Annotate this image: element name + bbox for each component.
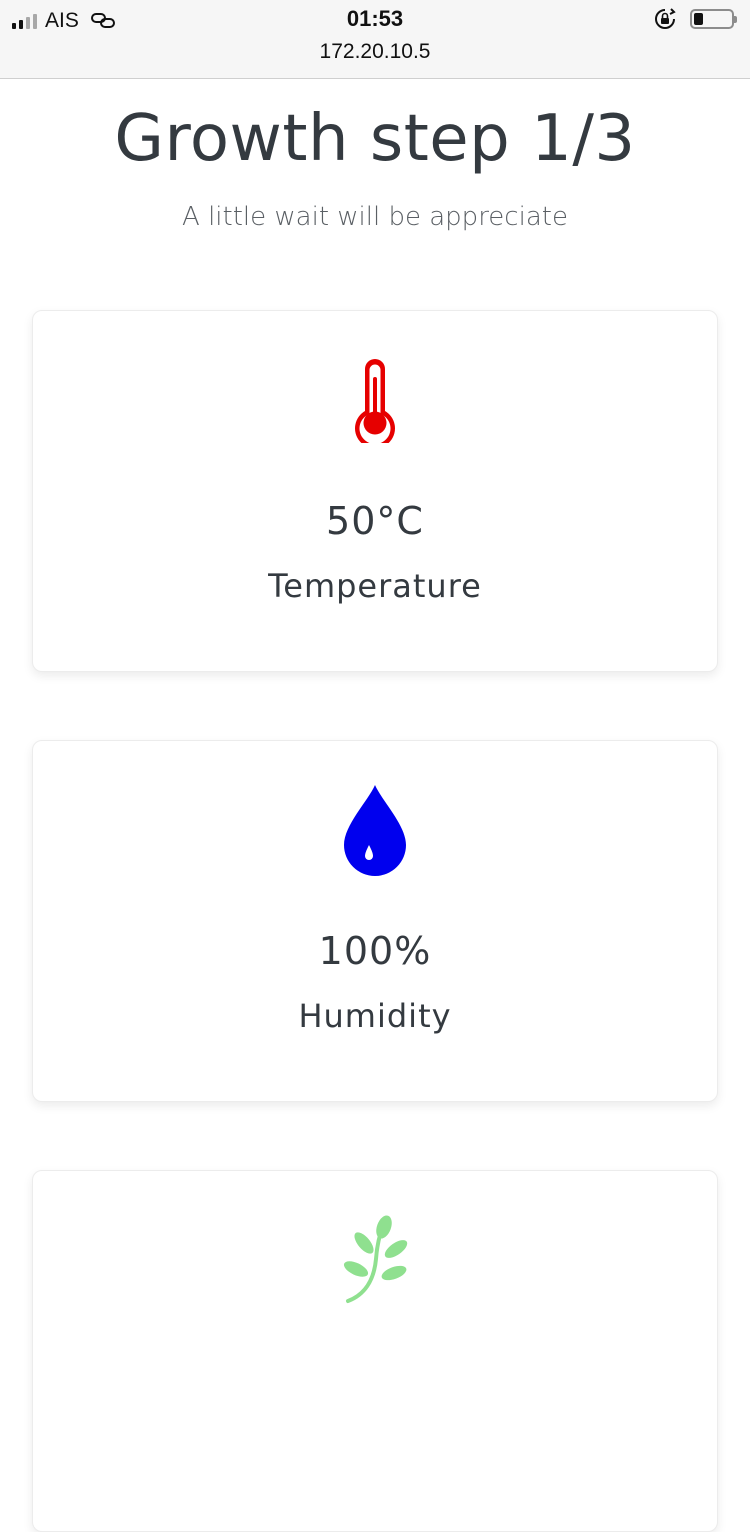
humidity-card: 100% Humidity — [32, 740, 718, 1102]
status-right — [654, 8, 737, 30]
humidity-value: 100% — [318, 929, 432, 973]
status-time: 01:53 — [346, 6, 404, 31]
plant-sprout-icon — [343, 1215, 408, 1303]
temperature-value: 50°C — [326, 499, 424, 543]
water-drop-icon — [344, 785, 406, 876]
thermometer-icon — [355, 359, 395, 443]
page-subtitle: A little wait will be appreciate — [182, 202, 568, 232]
temperature-card: 50°C Temperature — [32, 310, 718, 672]
temperature-label: Temperature — [268, 567, 482, 605]
growth-card — [32, 1170, 718, 1532]
page-title: Growth step 1/3 — [114, 102, 636, 176]
browser-status-bar: AIS 01:53 172.20.10.5 — [0, 0, 750, 79]
rotation-lock-icon — [655, 8, 676, 29]
battery-fill — [694, 13, 703, 25]
humidity-label: Humidity — [298, 997, 452, 1035]
address-bar-url[interactable]: 172.20.10.5 — [0, 40, 750, 64]
battery-icon — [690, 9, 737, 29]
